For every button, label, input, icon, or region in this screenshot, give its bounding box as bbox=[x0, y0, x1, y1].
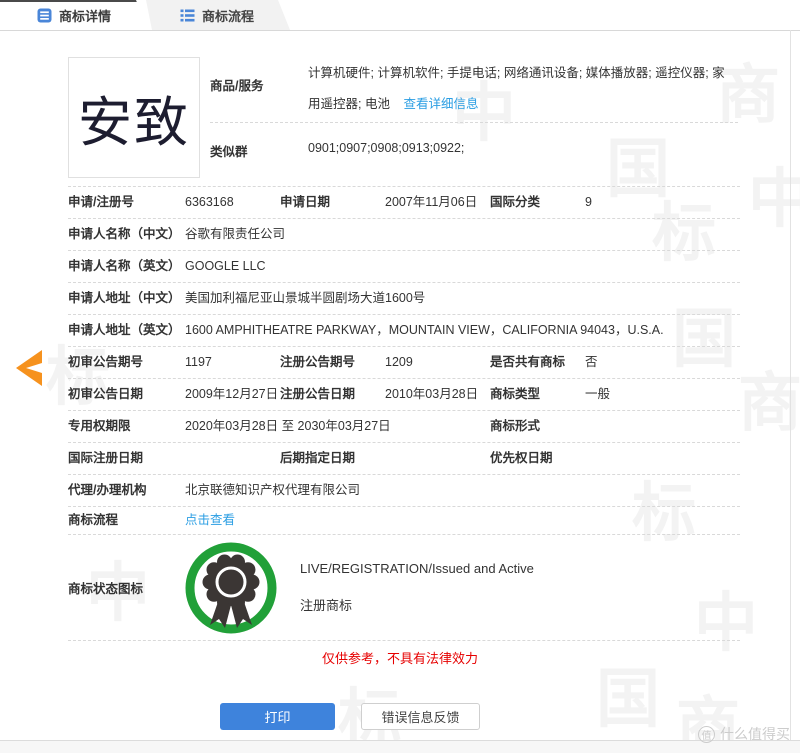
status-label: 商标状态图标 bbox=[68, 578, 185, 597]
disclaimer-text: 仅供参考，不具有法律效力 bbox=[0, 648, 800, 667]
table-row: 申请人名称（英文） GOOGLE LLC bbox=[68, 251, 740, 283]
collapse-left-arrow[interactable] bbox=[12, 348, 46, 388]
table-row: 申请人地址（英文） 1600 AMPHITHEATRE PARKWAY，MOUN… bbox=[68, 315, 740, 347]
print-button[interactable]: 打印 bbox=[220, 703, 335, 730]
table-row: 国际注册日期 后期指定日期 优先权日期 bbox=[68, 443, 740, 475]
similar-group-label: 类似群 bbox=[210, 141, 248, 160]
field-label: 初审公告日期 bbox=[68, 379, 185, 410]
section-divider bbox=[210, 122, 738, 123]
field-label: 申请人名称（英文） bbox=[68, 251, 185, 282]
field-value: 2009年12月27日 bbox=[185, 379, 280, 410]
card-right-border bbox=[790, 30, 791, 740]
field-value: 一般 bbox=[585, 379, 740, 410]
watermark-glyph: 中 bbox=[748, 148, 800, 240]
field-label: 优先权日期 bbox=[490, 443, 585, 474]
table-row: 代理/办理机构 北京联德知识产权代理有限公司 bbox=[68, 475, 740, 507]
table-row: 初审公告日期 2009年12月27日 注册公告日期 2010年03月28日 商标… bbox=[68, 379, 740, 411]
status-line-english: LIVE/REGISTRATION/Issued and Active bbox=[300, 561, 534, 576]
status-text-block: LIVE/REGISTRATION/Issued and Active 注册商标 bbox=[300, 561, 534, 614]
trademark-text: 安致 bbox=[78, 78, 190, 157]
field-value: 9 bbox=[585, 187, 740, 218]
trademark-detail-page: 中 国 商 标 中 国 商 标 中 国 商 标 中 标 商标详情 bbox=[0, 0, 800, 753]
list-icon bbox=[180, 8, 195, 23]
field-value: 2007年11月06日 bbox=[385, 187, 490, 218]
field-value: 1209 bbox=[385, 347, 490, 378]
view-detail-link[interactable]: 查看详细信息 bbox=[403, 97, 478, 111]
field-label: 申请/注册号 bbox=[68, 187, 185, 218]
table-row: 申请/注册号 6363168 申请日期 2007年11月06日 国际分类 9 bbox=[68, 187, 740, 219]
field-value: GOOGLE LLC bbox=[185, 251, 740, 282]
field-value: 2020年03月28日 至 2030年03月27日 bbox=[185, 411, 490, 442]
field-label: 商标形式 bbox=[490, 411, 585, 442]
error-feedback-button[interactable]: 错误信息反馈 bbox=[361, 703, 480, 730]
goods-services-label: 商品/服务 bbox=[210, 75, 263, 94]
bottom-strip bbox=[0, 741, 800, 753]
field-label: 注册公告期号 bbox=[280, 347, 385, 378]
field-value: 否 bbox=[585, 347, 740, 378]
click-to-view-link[interactable]: 点击查看 bbox=[185, 513, 235, 527]
field-value: 1600 AMPHITHEATRE PARKWAY，MOUNTAIN VIEW，… bbox=[185, 315, 740, 346]
trademark-status-row: 商标状态图标 LIVE/REG bbox=[68, 535, 740, 641]
field-label: 注册公告日期 bbox=[280, 379, 385, 410]
field-label: 商标流程 bbox=[68, 507, 185, 534]
table-row: 初审公告期号 1197 注册公告期号 1209 是否共有商标 否 bbox=[68, 347, 740, 379]
field-label: 商标类型 bbox=[490, 379, 585, 410]
active-tab-top-border bbox=[0, 0, 137, 2]
similar-group-value: 0901;0907;0908;0913;0922; bbox=[308, 141, 464, 155]
field-label: 后期指定日期 bbox=[280, 443, 385, 474]
table-row: 申请人地址（中文） 美国加利福尼亚山景城半圆剧场大道1600号 bbox=[68, 283, 740, 315]
tab-trademark-detail[interactable]: 商标详情 bbox=[0, 0, 148, 30]
detail-table: 申请/注册号 6363168 申请日期 2007年11月06日 国际分类 9 申… bbox=[68, 186, 740, 641]
field-value bbox=[585, 411, 740, 442]
field-value bbox=[585, 443, 740, 474]
tab-label: 商标详情 bbox=[59, 6, 111, 25]
site-watermark-text: 什么值得买 bbox=[720, 724, 790, 744]
trademark-image: 安致 bbox=[68, 57, 200, 178]
field-value: 2010年03月28日 bbox=[385, 379, 490, 410]
goods-services-text: 计算机硬件; 计算机软件; 手提电话; 网络通讯设备; 媒体播放器; 遥控仪器;… bbox=[308, 66, 725, 111]
field-value bbox=[185, 443, 280, 474]
field-value: 1197 bbox=[185, 347, 280, 378]
tab-label: 商标流程 bbox=[202, 6, 254, 25]
table-row: 专用权期限 2020年03月28日 至 2030年03月27日 商标形式 bbox=[68, 411, 740, 443]
field-label: 国际注册日期 bbox=[68, 443, 185, 474]
field-value: 北京联德知识产权代理有限公司 bbox=[185, 475, 740, 506]
field-label: 代理/办理机构 bbox=[68, 475, 185, 506]
tab-bar-divider bbox=[0, 30, 800, 31]
field-label: 申请人地址（英文） bbox=[68, 315, 185, 346]
field-value: 谷歌有限责任公司 bbox=[185, 219, 740, 250]
site-watermark: 值 什么值得买 bbox=[698, 724, 790, 744]
status-line-chinese: 注册商标 bbox=[300, 595, 534, 614]
goods-services-value: 计算机硬件; 计算机软件; 手提电话; 网络通讯设备; 媒体播放器; 遥控仪器;… bbox=[308, 58, 732, 120]
field-value: 美国加利福尼亚山景城半圆剧场大道1600号 bbox=[185, 283, 740, 314]
field-value: 6363168 bbox=[185, 187, 280, 218]
table-row: 申请人名称（中文） 谷歌有限责任公司 bbox=[68, 219, 740, 251]
field-label: 是否共有商标 bbox=[490, 347, 585, 378]
document-icon bbox=[37, 8, 52, 23]
field-label: 申请日期 bbox=[280, 187, 385, 218]
field-value bbox=[385, 443, 490, 474]
site-logo-icon: 值 bbox=[698, 726, 715, 743]
tab-trademark-process[interactable]: 商标流程 bbox=[144, 0, 290, 30]
field-label: 初审公告期号 bbox=[68, 347, 185, 378]
field-label: 国际分类 bbox=[490, 187, 585, 218]
table-row: 商标流程 点击查看 bbox=[68, 507, 740, 535]
field-label: 专用权期限 bbox=[68, 411, 185, 442]
tab-bar: 商标详情 商标流程 bbox=[0, 0, 800, 30]
field-label: 申请人地址（中文） bbox=[68, 283, 185, 314]
field-label: 申请人名称（中文） bbox=[68, 219, 185, 250]
registered-badge-icon bbox=[185, 542, 277, 634]
